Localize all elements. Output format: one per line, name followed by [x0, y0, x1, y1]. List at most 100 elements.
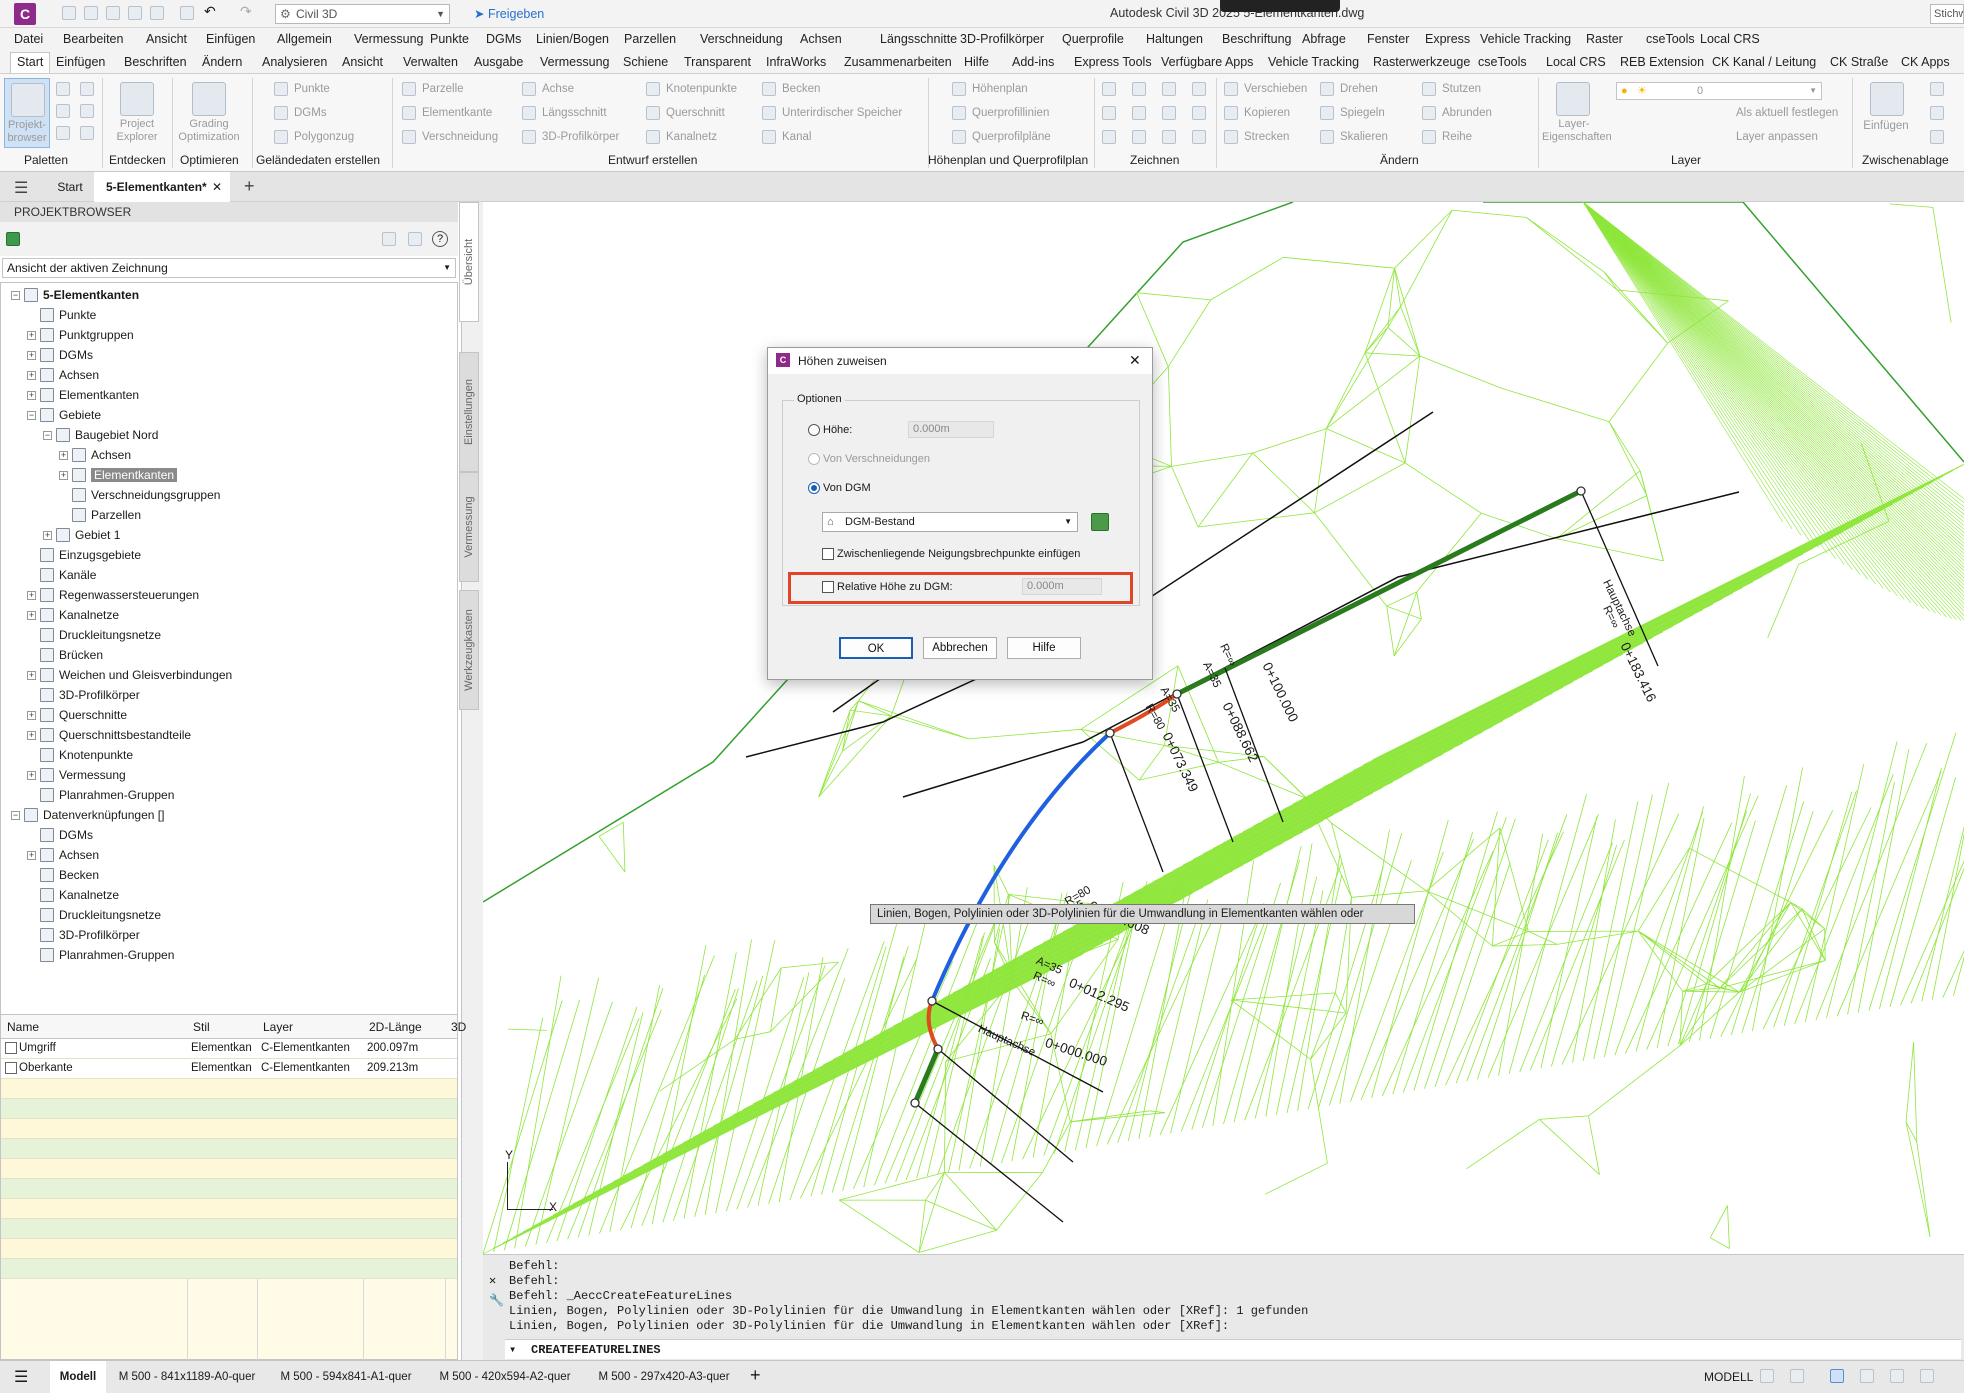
tab-11[interactable]: InfraWorks: [766, 55, 826, 69]
tree-item[interactable]: Druckleitungsnetze: [27, 625, 161, 645]
redo-icon[interactable]: ↷: [240, 3, 252, 20]
profilkoerper-button[interactable]: 3D-Profilkörper: [542, 131, 619, 143]
tree-item[interactable]: + Vermessung: [27, 765, 126, 785]
panel-label-1[interactable]: Entdecken: [109, 153, 166, 167]
tab-22[interactable]: CK Kanal / Leitung: [1712, 55, 1816, 69]
palette-icon-5[interactable]: [56, 126, 70, 140]
menu-10[interactable]: Verschneidung: [700, 32, 783, 46]
workspace-select[interactable]: ⚙ Civil 3D ▼: [275, 4, 450, 24]
tree-item[interactable]: + Regenwassersteuerungen: [27, 585, 199, 605]
menu-12[interactable]: Längsschnitte: [880, 32, 957, 46]
menu-13[interactable]: 3D-Profilkörper: [960, 32, 1044, 46]
expand-icon[interactable]: +: [27, 590, 36, 600]
tree-item[interactable]: + Kanalnetze: [27, 605, 119, 625]
menu-7[interactable]: DGMs: [486, 32, 521, 46]
tab-5[interactable]: Ansicht: [342, 55, 383, 69]
palette-icon-6[interactable]: [80, 126, 94, 140]
search-input[interactable]: Stichw: [1930, 4, 1964, 24]
tree-item[interactable]: Verschneidungsgruppen: [59, 485, 220, 505]
lineweight-icon[interactable]: [1920, 1369, 1934, 1383]
grid-column-header[interactable]: Name: [7, 1020, 39, 1034]
relativ-input[interactable]: 0.000m: [1022, 578, 1102, 595]
grid-icon[interactable]: [1760, 1369, 1774, 1383]
menu-icon[interactable]: ☰: [14, 178, 28, 198]
verschneidung-button[interactable]: Verschneidung: [422, 131, 498, 143]
table-row[interactable]: Oberkante Elementkan C-Elementkanten 209.21…: [1, 1059, 457, 1079]
ortho-icon[interactable]: [1830, 1369, 1844, 1383]
tree-item[interactable]: − 5-Elementkanten: [11, 285, 139, 305]
spiegeln-button[interactable]: Spiegeln: [1340, 107, 1385, 119]
panel-label-0[interactable]: Paletten: [24, 153, 68, 167]
expand-icon[interactable]: +: [27, 330, 36, 340]
palette-icon-2[interactable]: [80, 82, 94, 96]
tab-15[interactable]: Express Tools: [1074, 55, 1152, 69]
von-dgm-radio[interactable]: [808, 482, 820, 494]
tree-item[interactable]: Einzugsgebiete: [27, 545, 141, 565]
region-icon[interactable]: [1192, 106, 1206, 120]
featureline-icon[interactable]: [402, 106, 416, 120]
polyline-icon[interactable]: [1132, 82, 1146, 96]
tree-item[interactable]: + Querschnittsbestandteile: [27, 725, 191, 745]
expand-icon[interactable]: +: [27, 670, 36, 680]
polar-icon[interactable]: [1860, 1369, 1874, 1383]
sample-lines-icon[interactable]: [952, 106, 966, 120]
table-row[interactable]: Umgriff Elementkan C-Elementkanten 200.097m: [1, 1039, 457, 1059]
tab-4[interactable]: Analysieren: [262, 55, 327, 69]
circle-icon[interactable]: [1132, 106, 1146, 120]
doc-tab-start[interactable]: Start: [48, 172, 92, 202]
grid-column-header[interactable]: 2D-Länge: [369, 1020, 422, 1034]
projektbrowser-button[interactable]: Projekt-browser: [4, 78, 50, 148]
parcel-icon[interactable]: [402, 82, 416, 96]
tab-9[interactable]: Schiene: [623, 55, 668, 69]
browser-tool-icon-2[interactable]: [408, 232, 422, 246]
reihe-button[interactable]: Reihe: [1442, 131, 1472, 143]
tree-item[interactable]: + Punktgruppen: [27, 325, 134, 345]
tree-item[interactable]: Kanalnetze: [27, 885, 119, 905]
menu-22[interactable]: cseTools: [1646, 32, 1695, 46]
von-verschneidungen-radio[interactable]: [808, 453, 820, 465]
panel-label-3[interactable]: Geländedaten erstellen: [256, 153, 380, 167]
querschnitt-button[interactable]: Querschnitt: [666, 107, 725, 119]
assembly-icon[interactable]: [646, 106, 660, 120]
side-tab-3[interactable]: Werkzeugkasten: [459, 590, 479, 710]
doc-tab-active[interactable]: 5-Elementkanten* ✕: [94, 172, 230, 202]
match-icon[interactable]: [1930, 130, 1944, 144]
als-aktuell-button[interactable]: Als aktuell festlegen: [1736, 107, 1838, 119]
menu-19[interactable]: Express: [1425, 32, 1470, 46]
grading-tool-icon[interactable]: [402, 130, 416, 144]
new-icon[interactable]: [62, 6, 76, 20]
layer-anpassen-button[interactable]: Layer anpassen: [1736, 131, 1818, 143]
dgm-select[interactable]: ⌂ DGM-Bestand ▼: [822, 512, 1078, 532]
expand-icon[interactable]: +: [59, 470, 68, 480]
export-icon[interactable]: [150, 6, 164, 20]
copy-clip-icon[interactable]: [1930, 106, 1944, 120]
panel-label-4[interactable]: Entwurf erstellen: [608, 153, 697, 167]
menu-2[interactable]: Ansicht: [146, 32, 187, 46]
querprofilplaene-button[interactable]: Querprofilpläne: [972, 131, 1051, 143]
rectangle-icon[interactable]: [1192, 82, 1206, 96]
section-views-icon[interactable]: [952, 130, 966, 144]
tab-13[interactable]: Hilfe: [964, 55, 989, 69]
tree-item[interactable]: + Weichen und Gleisverbindungen: [27, 665, 232, 685]
tree-item[interactable]: Parzellen: [59, 505, 141, 525]
line-icon[interactable]: [1102, 82, 1116, 96]
tree-item[interactable]: DGMs: [27, 825, 93, 845]
mirror-icon[interactable]: [1320, 106, 1334, 120]
hoehenplan-button[interactable]: Höhenplan: [972, 83, 1028, 95]
expand-icon[interactable]: −: [43, 430, 52, 440]
kopieren-button[interactable]: Kopieren: [1244, 107, 1290, 119]
expand-icon[interactable]: −: [11, 290, 20, 300]
panel-label-5[interactable]: Höhenplan und Querprofilplan: [928, 153, 1088, 167]
layer-properties-button[interactable]: Layer-Eigenschaften: [1542, 78, 1612, 148]
tree-item[interactable]: Brücken: [27, 645, 103, 665]
move-icon[interactable]: [1224, 82, 1238, 96]
panel-label-2[interactable]: Optimieren: [180, 153, 239, 167]
tab-17[interactable]: Vehicle Tracking: [1268, 55, 1359, 69]
laengsschnitt-button[interactable]: Längsschnitt: [542, 107, 607, 119]
dgms-button[interactable]: DGMs: [294, 107, 327, 119]
tree-item[interactable]: 3D-Profilkörper: [27, 685, 140, 705]
polygonzug-button[interactable]: Polygonzug: [294, 131, 354, 143]
tree-item[interactable]: Planrahmen-Gruppen: [27, 785, 174, 805]
browser-home-icon[interactable]: [6, 232, 20, 246]
drawing-canvas[interactable]: Hauptachse R=∞ 0+183.416 0+100.000 0+088.662…: [483, 202, 1964, 1254]
